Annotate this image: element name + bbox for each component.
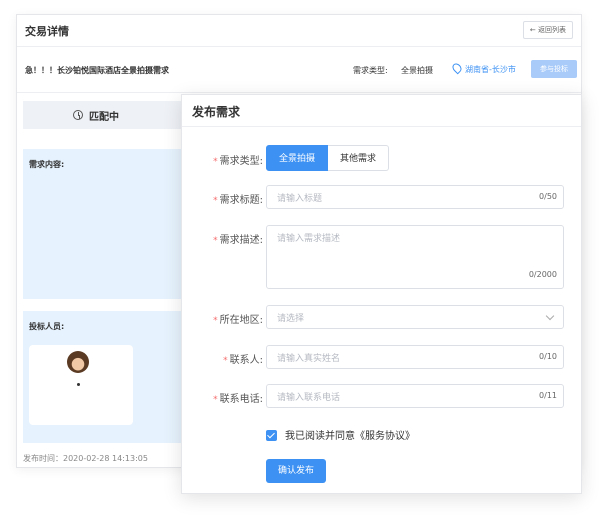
content-label: 需求内容: <box>29 160 65 169</box>
region-field-label: * 所在地区: <box>213 311 263 326</box>
type-value: 全景拍摄 <box>401 66 433 75</box>
type-field-label: * 需求类型: <box>213 152 263 167</box>
contact-placeholder: 请输入真实姓名 <box>277 354 341 364</box>
title-input[interactable]: 请输入标题 0/50 <box>266 185 564 209</box>
job-title: 急！！！长沙铂悦国际酒店全景拍摄需求 <box>25 66 169 75</box>
clock-icon <box>73 110 83 120</box>
bidders-label: 投标人员: <box>29 322 65 331</box>
required-mark: * <box>213 157 218 167</box>
dialog-title: 发布需求 <box>192 105 241 119</box>
desc-field-label: * 需求描述: <box>213 231 263 246</box>
title-field-label: * 需求标题: <box>213 191 263 206</box>
required-mark: * <box>213 316 218 326</box>
dialog-header: 发布需求 <box>182 95 581 127</box>
required-mark: * <box>213 196 218 206</box>
agreement-row[interactable]: 我已阅读并同意《服务协议》 <box>266 427 415 442</box>
phone-counter: 0/11 <box>539 391 557 400</box>
publish-time: 发布时间：2020-02-28 14:13:05 <box>23 454 148 463</box>
type-option-other[interactable]: 其他需求 <box>328 145 390 171</box>
page-title: 交易详情 <box>25 25 69 38</box>
required-mark: * <box>223 356 228 366</box>
location-pin-icon <box>450 61 464 75</box>
type-label: 需求类型: <box>353 66 388 75</box>
location-text: 湖南省-长沙市 <box>465 65 516 74</box>
phone-field-label-text: 联系电话: <box>219 394 263 405</box>
contact-field-label-text: 联系人: <box>229 355 263 366</box>
content-panel: 需求内容: <box>23 149 183 299</box>
region-select[interactable]: 请选择 <box>266 305 564 329</box>
confirm-publish-button[interactable]: 确认发布 <box>266 459 326 483</box>
phone-input[interactable]: 请输入联系电话 0/11 <box>266 384 564 408</box>
title-placeholder: 请输入标题 <box>277 194 323 204</box>
join-bid-button[interactable]: 参与投标 <box>531 60 577 78</box>
type-field-label-text: 需求类型: <box>219 156 263 167</box>
phone-field-label: * 联系电话: <box>213 390 263 405</box>
avatar <box>67 351 89 373</box>
return-list-button[interactable]: ← 返回列表 <box>522 21 573 39</box>
chevron-down-icon <box>545 311 555 321</box>
detail-header: 交易详情 ← 返回列表 <box>17 15 581 47</box>
phone-placeholder: 请输入联系电话 <box>277 393 341 403</box>
contact-input[interactable]: 请输入真实姓名 0/10 <box>266 345 564 369</box>
agreement-text: 我已阅读并同意《服务协议》 <box>285 431 415 442</box>
required-mark: * <box>213 395 218 405</box>
desc-placeholder: 请输入需求描述 <box>277 234 341 244</box>
title-counter: 0/50 <box>539 192 557 201</box>
status-bar: 匹配中 <box>23 101 183 129</box>
description-textarea[interactable]: 请输入需求描述 0/2000 <box>266 225 564 289</box>
location[interactable]: 湖南省-长沙市 <box>450 61 516 75</box>
contact-field-label: * 联系人: <box>223 351 263 366</box>
region-placeholder: 请选择 <box>277 314 305 324</box>
desc-counter: 0/2000 <box>528 270 557 279</box>
job-summary: 急！！！长沙铂悦国际酒店全景拍摄需求 需求类型: 全景拍摄 湖南省-长沙市 参与… <box>17 47 581 93</box>
type-segmented-control: 全景拍摄 其他需求 <box>266 145 390 171</box>
bidders-panel: 投标人员: <box>23 311 183 443</box>
publish-demand-dialog: 发布需求 * 需求类型: 全景拍摄 其他需求 * 需求标题: 请输入标题 0/50 … <box>181 94 582 494</box>
bidder-name <box>77 383 80 386</box>
region-field-label-text: 所在地区: <box>219 315 263 326</box>
contact-counter: 0/10 <box>539 352 557 361</box>
desc-field-label-text: 需求描述: <box>219 235 263 246</box>
required-mark: * <box>213 236 218 246</box>
status-text: 匹配中 <box>89 112 119 123</box>
title-field-label-text: 需求标题: <box>219 195 263 206</box>
agreement-checkbox[interactable] <box>266 430 277 441</box>
type-option-panorama[interactable]: 全景拍摄 <box>266 145 329 171</box>
bidder-card[interactable] <box>29 345 133 425</box>
